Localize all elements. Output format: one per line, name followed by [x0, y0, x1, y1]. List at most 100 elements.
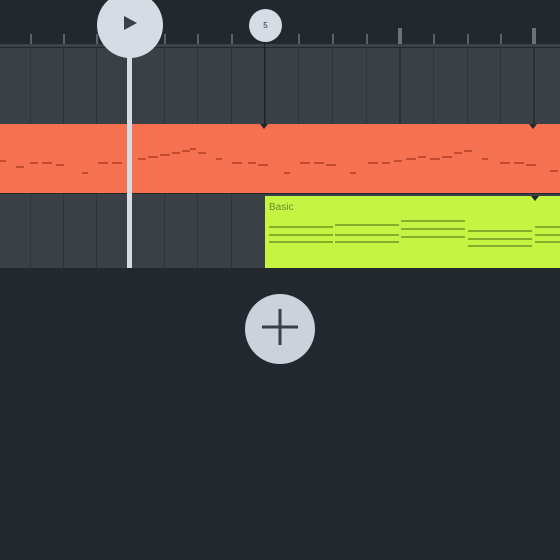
ruler-tick	[30, 34, 32, 44]
note	[550, 170, 558, 172]
note	[526, 164, 536, 166]
ruler-tick	[164, 34, 166, 44]
ruler-tick	[197, 34, 199, 44]
note	[468, 238, 532, 240]
ruler-tick	[63, 34, 65, 44]
note	[182, 150, 190, 152]
note	[148, 156, 158, 158]
note	[335, 234, 399, 236]
grid-line	[332, 48, 333, 124]
note	[401, 228, 465, 230]
note	[464, 150, 472, 152]
grid-line	[500, 48, 501, 124]
note	[16, 166, 24, 168]
grid-line	[197, 48, 198, 124]
note	[198, 152, 206, 154]
ruler-tick	[433, 34, 435, 44]
note	[418, 156, 426, 158]
grid-line	[231, 194, 232, 268]
note	[430, 158, 440, 160]
note	[406, 158, 416, 160]
note	[401, 220, 465, 222]
grid-line	[467, 48, 468, 124]
note	[468, 230, 532, 232]
note	[232, 162, 242, 164]
ruler-tick-major	[398, 28, 402, 44]
clip-basic[interactable]: Basic	[265, 196, 560, 268]
clip-marker	[529, 124, 537, 129]
note	[160, 154, 170, 156]
ruler-tick	[231, 34, 233, 44]
grid-line	[164, 48, 165, 124]
note	[56, 164, 64, 166]
note	[112, 162, 122, 164]
track-1[interactable]	[0, 48, 560, 124]
grid-line	[197, 194, 198, 268]
note	[42, 162, 52, 164]
playhead-line[interactable]	[127, 40, 132, 268]
note	[30, 162, 38, 164]
note	[468, 245, 532, 247]
grid-line	[164, 194, 165, 268]
ruler-tick-major	[532, 28, 536, 44]
note	[454, 152, 462, 154]
ruler-tick	[366, 34, 368, 44]
note	[269, 226, 333, 228]
note	[284, 172, 290, 174]
ruler-tick	[332, 34, 334, 44]
note	[368, 162, 378, 164]
grid-line	[63, 48, 64, 124]
bar-line	[264, 42, 265, 124]
add-track-button[interactable]	[245, 294, 315, 364]
note	[350, 172, 356, 174]
grid-line	[298, 48, 299, 124]
note	[535, 241, 560, 243]
ruler-tick	[500, 34, 502, 44]
grid-line	[231, 48, 232, 124]
ruler-tick	[96, 34, 98, 44]
track-2-clip[interactable]	[0, 124, 560, 194]
note	[269, 234, 333, 236]
clip-label: Basic	[269, 202, 294, 213]
note	[258, 164, 268, 166]
clip-marker	[260, 124, 268, 129]
grid-line	[433, 48, 434, 124]
bar-badge[interactable]: 5	[249, 9, 282, 42]
note	[335, 241, 399, 243]
note	[535, 226, 560, 228]
note	[535, 234, 560, 236]
bar-badge-label: 5	[263, 21, 268, 30]
note	[269, 241, 333, 243]
note	[326, 164, 336, 166]
ruler-baseline	[0, 44, 560, 47]
note	[500, 162, 510, 164]
note	[82, 172, 88, 174]
note	[216, 158, 222, 160]
grid-line	[30, 48, 31, 124]
grid-line	[366, 48, 367, 124]
ruler-tick	[467, 34, 469, 44]
note	[300, 162, 310, 164]
grid-line	[96, 194, 97, 268]
note	[514, 162, 524, 164]
grid-line	[399, 48, 401, 124]
clip-marker	[531, 196, 539, 201]
note	[442, 156, 452, 158]
note	[190, 148, 196, 150]
ruler-tick	[298, 34, 300, 44]
plus-icon	[260, 307, 300, 352]
note	[401, 236, 465, 238]
note	[248, 162, 256, 164]
note	[98, 162, 108, 164]
note	[335, 224, 399, 226]
grid-line	[63, 194, 64, 268]
note	[0, 160, 6, 162]
note	[314, 162, 324, 164]
grid-line	[533, 48, 535, 124]
note	[394, 160, 402, 162]
note	[382, 162, 390, 164]
play-icon	[121, 14, 139, 37]
note	[138, 158, 146, 160]
grid-line	[96, 48, 97, 124]
note	[172, 152, 180, 154]
